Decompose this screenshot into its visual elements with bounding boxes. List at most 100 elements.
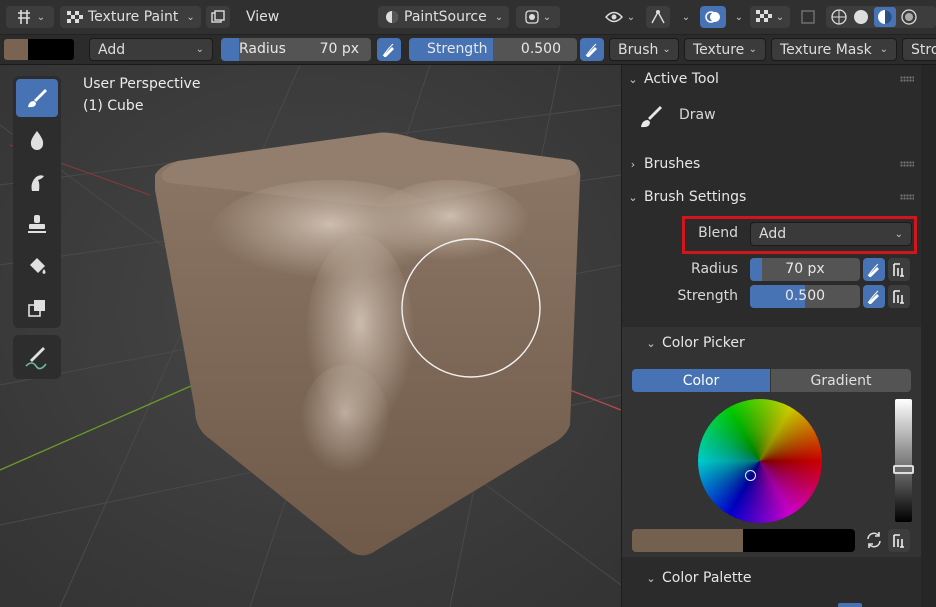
primary-color-swatch[interactable] <box>4 39 28 60</box>
paint-source-label: PaintSource <box>404 9 487 25</box>
stroke-menu[interactable]: Stroke <box>902 38 936 61</box>
color-picker-section-header[interactable]: ⌄ Color Picker <box>640 329 936 357</box>
tool-shelf <box>13 76 61 328</box>
mask-icon <box>28 300 45 317</box>
panel-scroll-area[interactable] <box>921 65 936 607</box>
tab-color[interactable]: Color <box>632 369 770 392</box>
wireframe-shading-icon[interactable] <box>830 8 848 26</box>
mode-label: Texture Paint <box>88 9 179 25</box>
editor-type-button[interactable]: ⌄ <box>6 6 54 28</box>
brush-settings-section-header[interactable]: ⌄ Brush Settings <box>622 183 922 211</box>
chevron-down-icon: ⌄ <box>542 11 552 23</box>
panel-primary-color-swatch[interactable] <box>632 529 743 552</box>
panel-blend-dropdown[interactable]: Add ⌄ <box>750 222 912 246</box>
smear-tool[interactable] <box>16 163 58 201</box>
checker-icon <box>67 11 83 23</box>
gizmo-button[interactable] <box>646 6 670 28</box>
copy-icon <box>211 10 225 23</box>
chevron-down-icon: ⌄ <box>628 190 638 204</box>
brushes-section-header[interactable]: › Brushes <box>622 150 922 178</box>
paint-source-selector[interactable]: PaintSource ⌄ <box>378 6 510 28</box>
checker-icon <box>755 10 772 22</box>
annotate-tool[interactable] <box>16 338 58 376</box>
chevron-down-icon: ⌄ <box>748 44 757 55</box>
viewport-overlay-toggle[interactable] <box>206 6 230 28</box>
xray-button[interactable]: ⌄ <box>750 6 790 28</box>
toggle-xray-button[interactable] <box>796 6 820 28</box>
drag-grip-icon[interactable] <box>900 161 914 167</box>
color-unit-toggle[interactable] <box>888 529 910 552</box>
active-tool-name: Draw <box>679 107 716 123</box>
chevron-down-icon: ⌄ <box>894 228 903 240</box>
object-name-label: (1) Cube <box>83 98 144 114</box>
pen-pressure-icon <box>382 43 394 57</box>
panel-secondary-color-swatch[interactable] <box>743 529 855 552</box>
active-tool-section-header[interactable]: ⌄ Active Tool <box>622 65 922 93</box>
value-slider-handle[interactable] <box>893 465 914 474</box>
rendered-shading-icon[interactable] <box>900 8 918 26</box>
texture-mask-menu-label: Texture Mask <box>780 41 872 58</box>
swap-colors-icon[interactable] <box>864 530 884 554</box>
view-name-label: User Perspective <box>83 76 201 92</box>
panel-radius-slider[interactable]: 70 px <box>750 258 860 281</box>
chevron-down-icon: ⌄ <box>879 44 888 55</box>
annotate-tool-group <box>13 335 61 379</box>
pen-pressure-icon <box>867 263 879 277</box>
tab-gradient[interactable]: Gradient <box>771 369 911 392</box>
active-tool-title: Active Tool <box>644 71 719 87</box>
draw-tool[interactable] <box>16 79 58 117</box>
value-slider[interactable] <box>895 399 912 522</box>
soften-tool[interactable] <box>16 121 58 159</box>
overlays-dropdown[interactable]: ⌄ <box>728 6 746 28</box>
palette-strip <box>838 603 862 607</box>
strength-slider[interactable]: Strength 0.500 <box>409 38 577 61</box>
stroke-menu-label: Stroke <box>911 41 936 58</box>
material-shading-icon[interactable] <box>874 7 896 27</box>
drag-grip-icon[interactable] <box>900 76 914 82</box>
radius-pressure-toggle[interactable] <box>377 38 401 61</box>
radius-value: 70 px <box>319 41 359 57</box>
shading-mode-group <box>826 6 936 28</box>
tab-gradient-label: Gradient <box>810 372 872 389</box>
solid-shading-icon[interactable] <box>852 8 870 26</box>
chevron-down-icon: ⌄ <box>626 11 636 23</box>
chevron-down-icon: ⌄ <box>195 44 204 55</box>
fill-tool[interactable] <box>16 247 58 285</box>
3d-viewport[interactable]: User Perspective (1) Cube <box>0 65 621 607</box>
secondary-color-swatch[interactable] <box>28 39 74 60</box>
drag-grip-icon[interactable] <box>900 194 914 200</box>
chevron-right-icon: › <box>630 157 636 171</box>
chevron-down-icon: ⌄ <box>734 11 744 23</box>
symmetry-button[interactable]: ⌄ <box>516 6 560 28</box>
color-wheel-cursor[interactable] <box>745 470 756 481</box>
radius-slider[interactable]: Radius 70 px <box>221 38 371 61</box>
gizmo-dropdown[interactable]: ⌄ <box>674 6 694 28</box>
blend-dropdown[interactable]: Add ⌄ <box>89 38 213 61</box>
clone-tool[interactable] <box>16 205 58 243</box>
color-palette-section-header[interactable]: ⌄ Color Palette <box>640 564 936 592</box>
brush-icon <box>28 89 47 108</box>
panel-radius-pressure-toggle[interactable] <box>863 258 885 281</box>
overlays-button[interactable] <box>700 6 726 28</box>
visibility-button[interactable]: ⌄ <box>600 6 640 28</box>
chevron-down-icon: ⌄ <box>186 11 195 23</box>
overlays-icon <box>705 11 720 23</box>
properties-panel: ⌄ Active Tool Draw › Brushes ⌄ Brush Set… <box>622 65 936 607</box>
active-tool-icon <box>638 103 664 133</box>
panel-strength-pressure-toggle[interactable] <box>863 285 885 308</box>
strength-value: 0.500 <box>520 41 561 57</box>
view-menu[interactable]: View <box>246 6 279 28</box>
mask-tool[interactable] <box>16 289 58 327</box>
mode-selector[interactable]: Texture Paint ⌄ <box>60 6 201 28</box>
brush-menu-label: Brush <box>618 41 659 58</box>
panel-radius-unit-toggle[interactable] <box>888 258 910 281</box>
panel-strength-unit-toggle[interactable] <box>888 285 910 308</box>
texture-menu[interactable]: Texture ⌄ <box>684 38 766 61</box>
brush-menu[interactable]: Brush ⌄ <box>609 38 679 61</box>
radius-slider-fill <box>221 38 239 61</box>
panel-strength-slider[interactable]: 0.500 <box>750 285 860 308</box>
texture-mask-menu[interactable]: Texture Mask ⌄ <box>771 38 897 61</box>
scene-unit-icon <box>893 262 904 277</box>
strength-pressure-toggle[interactable] <box>580 38 604 61</box>
color-wheel[interactable] <box>698 399 822 523</box>
